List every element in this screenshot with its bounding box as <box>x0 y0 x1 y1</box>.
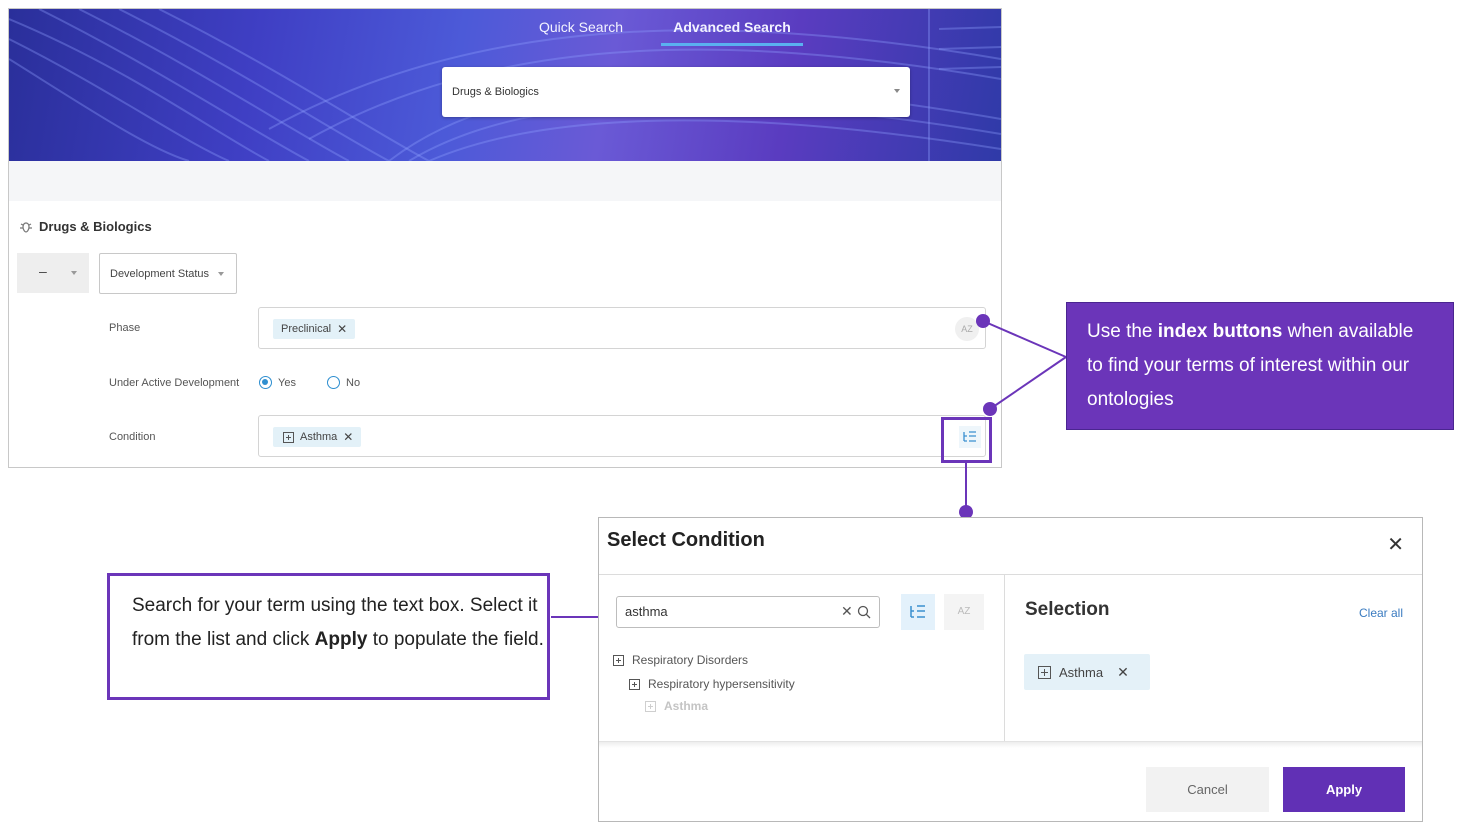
index-button-highlight <box>941 417 992 463</box>
close-icon[interactable]: ✕ <box>1387 532 1404 557</box>
clear-search-icon[interactable]: ✕ <box>841 603 853 620</box>
tree-item-asthma[interactable]: Asthma <box>645 699 708 713</box>
callout-dot-tree <box>983 402 997 416</box>
callout-bold-text: index buttons <box>1157 321 1283 342</box>
expand-plus-icon[interactable] <box>629 678 640 690</box>
apply-button[interactable]: Apply <box>1283 767 1405 812</box>
note-bold-text: Apply <box>314 629 368 650</box>
tree-item-respiratory-hypersensitivity[interactable]: Respiratory hypersensitivity <box>629 677 795 691</box>
condition-search-field[interactable]: ✕ <box>616 596 880 628</box>
az-view-button[interactable]: AZ <box>944 594 984 630</box>
selection-title: Selection <box>1025 599 1110 620</box>
select-condition-dialog: Select Condition ✕ ✕ AZ Respiratory Diso… <box>598 517 1423 822</box>
dialog-title: Select Condition <box>607 529 765 551</box>
tree-view-button[interactable] <box>901 594 935 630</box>
search-instructions-note: Search for your term using the text box.… <box>107 573 550 700</box>
cancel-button[interactable]: Cancel <box>1146 767 1269 812</box>
tree-item-label: Respiratory Disorders <box>632 653 749 667</box>
note-text-suffix: to populate the field. <box>367 629 544 650</box>
condition-search-input[interactable] <box>625 604 825 619</box>
remove-chip-icon[interactable]: ✕ <box>1117 664 1129 681</box>
expand-plus-icon <box>1038 665 1051 679</box>
selected-chip-label: Asthma <box>1059 664 1104 680</box>
tree-item-respiratory-disorders[interactable]: Respiratory Disorders <box>613 653 748 667</box>
tree-item-label: Asthma <box>664 699 709 713</box>
divider <box>599 574 1422 575</box>
clear-all-link[interactable]: Clear all <box>1359 606 1403 620</box>
selected-chip: Asthma ✕ <box>1024 654 1150 690</box>
divider <box>1004 575 1005 741</box>
expand-plus-icon[interactable] <box>613 654 624 666</box>
index-buttons-callout: Use the index buttons when available to … <box>1066 302 1454 430</box>
expand-plus-icon <box>645 700 656 712</box>
search-icon[interactable] <box>857 605 871 619</box>
callout-text: Use the <box>1087 321 1158 342</box>
tree-item-label: Respiratory hypersensitivity <box>648 677 795 691</box>
callout-dot-az <box>976 314 990 328</box>
tree-index-icon <box>910 605 925 618</box>
